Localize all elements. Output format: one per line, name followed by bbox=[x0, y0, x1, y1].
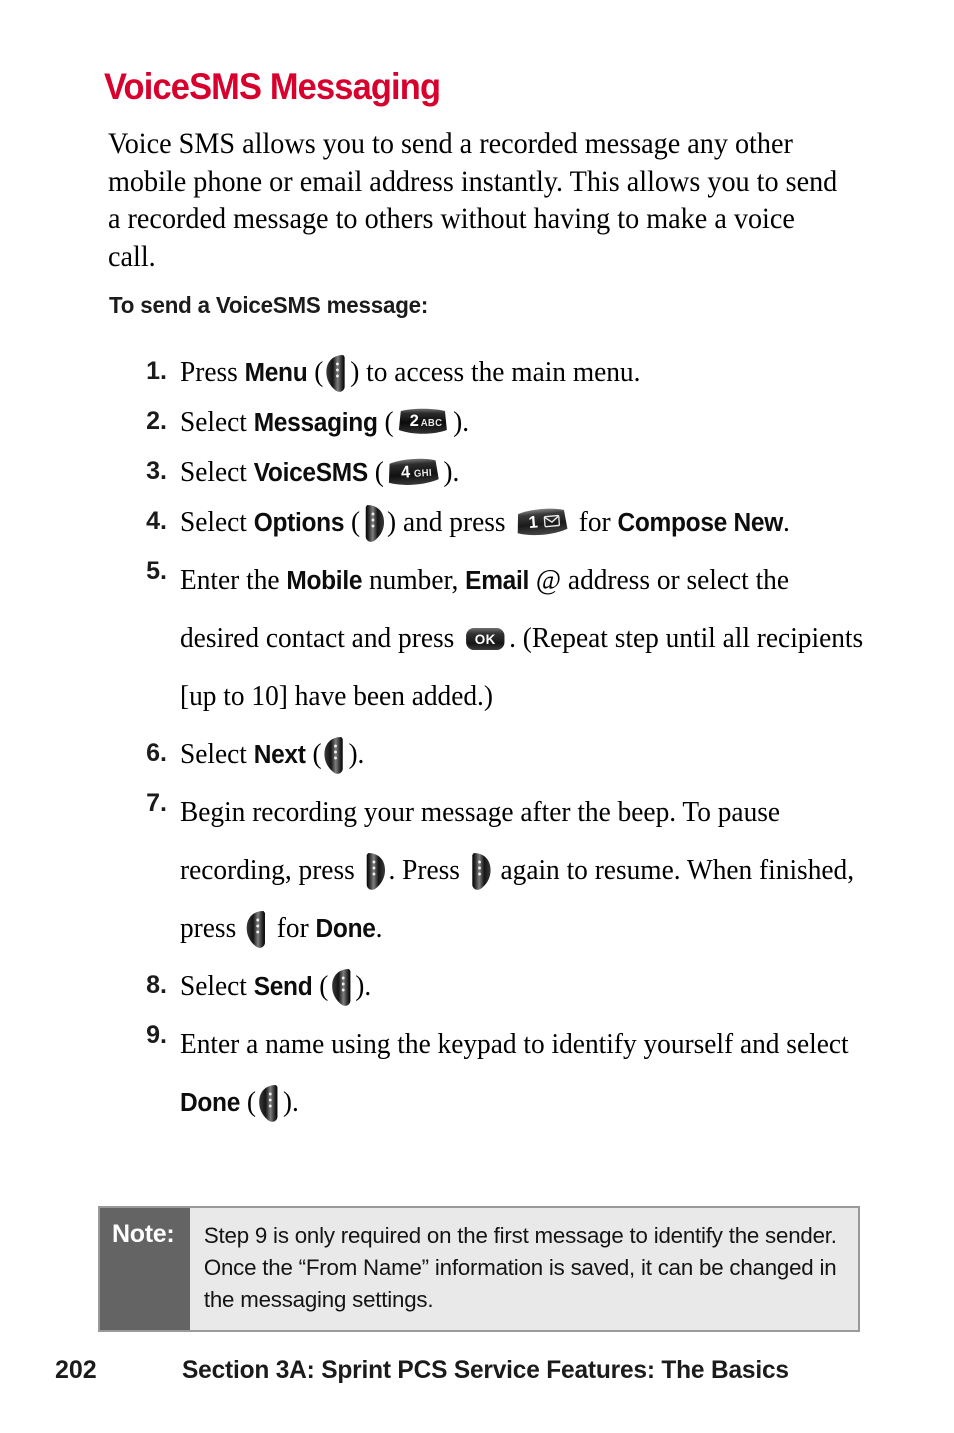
step-text-post2: for bbox=[571, 507, 618, 538]
ui-label-send: Send bbox=[253, 973, 313, 1001]
step-text: Enter the Mobile number, Email @ address… bbox=[180, 552, 864, 726]
step-number: 1. bbox=[146, 357, 167, 385]
ui-label-mobile: Mobile bbox=[286, 567, 363, 595]
step-text-pre: Press bbox=[180, 357, 245, 388]
page-number: 202 bbox=[55, 1356, 97, 1384]
list-item: 9. Enter a name using the keypad to iden… bbox=[0, 1016, 954, 1132]
step-text-post: ). bbox=[282, 1087, 299, 1118]
step-text-pre: Enter the bbox=[180, 565, 287, 596]
step-text-pre: Select bbox=[180, 457, 254, 488]
step-text-post: ). bbox=[355, 971, 372, 1002]
svg-text:OK: OK bbox=[475, 632, 496, 647]
step-text: Select Messaging (2 ABC). bbox=[180, 402, 864, 444]
step-text-post: ). bbox=[453, 407, 470, 438]
softkey-left-icon bbox=[244, 909, 269, 949]
steps-list: 1. Press Menu () to access the main menu… bbox=[0, 352, 954, 1140]
ui-label-done: Done bbox=[315, 915, 376, 943]
softkey-right-icon bbox=[363, 851, 388, 891]
intro-paragraph: Voice SMS allows you to send a recorded … bbox=[108, 128, 838, 273]
step-text-post: ). bbox=[348, 739, 365, 770]
paren-open: ( bbox=[305, 739, 322, 770]
paren-open: ( bbox=[344, 507, 361, 538]
page-footer: 202 Section 3A: Sprint PCS Service Featu… bbox=[0, 1356, 954, 1396]
keypad-4-ghi-icon: 4 GHI bbox=[386, 458, 442, 488]
ui-label-voicesms: VoiceSMS bbox=[253, 459, 369, 487]
list-item: 8. Select Send (). bbox=[0, 966, 954, 1008]
step-number: 5. bbox=[146, 557, 167, 585]
page-title: VoiceSMS Messaging bbox=[104, 66, 441, 107]
ui-label-options: Options bbox=[253, 509, 345, 537]
ui-label-messaging: Messaging bbox=[253, 409, 378, 437]
step-number: 3. bbox=[146, 457, 167, 485]
step-text: Select VoiceSMS (4 GHI). bbox=[180, 452, 864, 494]
step-text-mid: number, bbox=[362, 565, 466, 596]
step-text-pre: Select bbox=[180, 407, 254, 438]
svg-text:GHI: GHI bbox=[414, 467, 433, 479]
ui-label-done: Done bbox=[180, 1089, 241, 1117]
keypad-1-envelope-icon: 1 bbox=[514, 508, 570, 538]
softkey-left-icon bbox=[329, 967, 354, 1007]
list-item: 5. Enter the Mobile number, Email @ addr… bbox=[0, 552, 954, 726]
step-number: 8. bbox=[146, 971, 167, 999]
step-text: Begin recording your message after the b… bbox=[180, 784, 864, 958]
list-item: 3. Select VoiceSMS (4 GHI). bbox=[0, 452, 954, 494]
running-head: Section 3A: Sprint PCS Service Features:… bbox=[182, 1356, 789, 1384]
svg-text:ABC: ABC bbox=[421, 418, 443, 429]
step-text-post3: . bbox=[782, 507, 790, 538]
step-number: 6. bbox=[146, 739, 167, 767]
list-item: 4. Select Options ( ) and press 1 for Com… bbox=[0, 502, 954, 544]
step-text: Select Next (). bbox=[180, 734, 864, 776]
softkey-left-icon bbox=[324, 353, 349, 393]
step-text: Enter a name using the keypad to identif… bbox=[180, 1016, 864, 1132]
svg-text:2: 2 bbox=[410, 411, 419, 430]
softkey-left-icon bbox=[323, 735, 348, 775]
step-number: 4. bbox=[146, 507, 167, 535]
step-number: 7. bbox=[146, 789, 167, 817]
ui-label-compose-new: Compose New bbox=[617, 509, 783, 537]
step-text-mid: . Press bbox=[388, 855, 467, 886]
step-text-pre: Select bbox=[180, 971, 254, 1002]
paren-open: ( bbox=[367, 457, 384, 488]
step-text-post2: . bbox=[375, 913, 383, 944]
note-body-text: Step 9 is only required on the first mes… bbox=[203, 1223, 837, 1312]
paren-open: ( bbox=[240, 1087, 257, 1118]
step-text-pre: Select bbox=[180, 739, 254, 770]
step-text-post: ) to access the main menu. bbox=[350, 357, 641, 388]
svg-text:1: 1 bbox=[528, 512, 539, 532]
softkey-right-icon bbox=[468, 851, 493, 891]
paren-open: ( bbox=[312, 971, 329, 1002]
step-text-post: for bbox=[269, 913, 316, 944]
subheading: To send a VoiceSMS message: bbox=[109, 292, 429, 318]
step-text-pre: Enter a name using the keypad to identif… bbox=[180, 1029, 849, 1060]
step-text: Select Options ( ) and press 1 for Compos… bbox=[180, 502, 864, 544]
keypad-2-abc-icon: 2 ABC bbox=[396, 408, 452, 438]
step-text-mid: ) and press bbox=[387, 507, 513, 538]
ok-key-icon: OK bbox=[464, 625, 506, 653]
step-text: Press Menu ( ) to access the main menu. bbox=[180, 352, 864, 394]
list-item: 1. Press Menu ( ) to access the main menu… bbox=[0, 352, 954, 394]
list-item: 6. Select Next (). bbox=[0, 734, 954, 776]
ui-label-next: Next bbox=[253, 741, 306, 769]
note-label: Note: bbox=[100, 1208, 190, 1330]
ui-label-email: Email bbox=[465, 567, 530, 595]
step-text-post: ). bbox=[443, 457, 460, 488]
softkey-right-icon bbox=[361, 503, 386, 543]
step-number: 9. bbox=[146, 1021, 167, 1049]
paren-open: ( bbox=[307, 357, 324, 388]
ui-label-menu: Menu bbox=[244, 359, 308, 387]
step-number: 2. bbox=[146, 407, 167, 435]
list-item: 7. Begin recording your message after th… bbox=[0, 784, 954, 958]
step-text: Select Send (). bbox=[180, 966, 864, 1008]
softkey-left-icon bbox=[257, 1083, 282, 1123]
manual-page: VoiceSMS Messaging Voice SMS allows you … bbox=[0, 0, 954, 1433]
list-item: 2. Select Messaging (2 ABC). bbox=[0, 402, 954, 444]
step-text-pre: Select bbox=[180, 507, 254, 538]
note-callout: Note: Step 9 is only required on the fir… bbox=[98, 1206, 860, 1332]
paren-open: ( bbox=[377, 407, 394, 438]
